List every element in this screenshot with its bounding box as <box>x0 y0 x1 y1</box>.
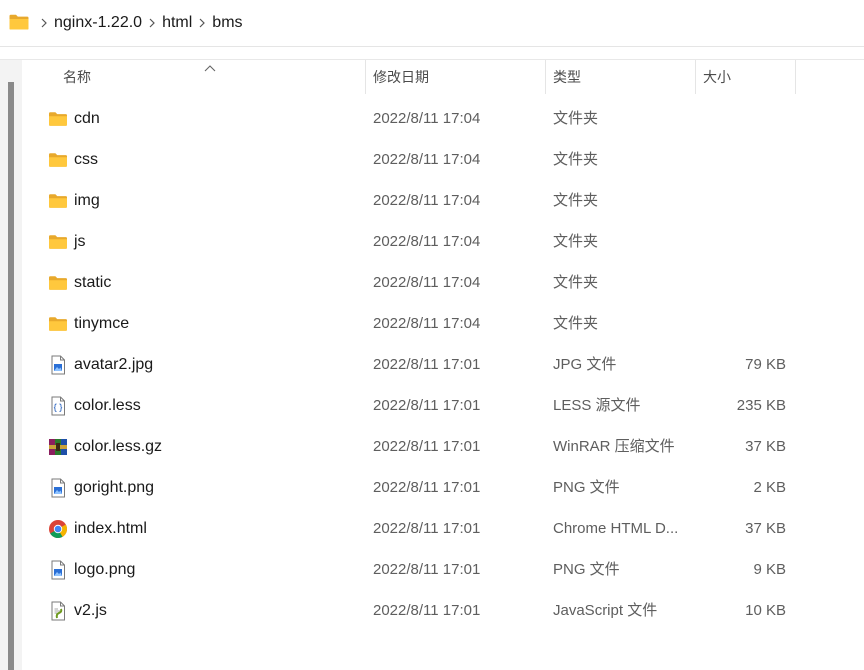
file-size: 37 KB <box>745 438 786 455</box>
file-type: JPG 文件 <box>553 356 617 373</box>
folder-icon <box>48 314 68 334</box>
address-bar[interactable]: nginx-1.22.0 html bms <box>0 0 864 47</box>
file-list: cdn 2022/8/11 17:04 文件夹 css 2022/8/11 17… <box>22 98 864 631</box>
file-name: js <box>74 233 86 250</box>
file-row[interactable]: v2.js 2022/8/11 17:01 JavaScript 文件 10 K… <box>22 590 864 631</box>
file-name: goright.png <box>74 479 155 496</box>
file-row[interactable]: cdn 2022/8/11 17:04 文件夹 <box>22 98 864 139</box>
folder-icon <box>48 273 68 293</box>
image-file-icon <box>48 560 68 580</box>
column-header-size[interactable]: 大小 <box>696 60 796 94</box>
file-row[interactable]: color.less 2022/8/11 17:01 LESS 源文件 235 … <box>22 385 864 426</box>
file-row[interactable]: css 2022/8/11 17:04 文件夹 <box>22 139 864 180</box>
file-type: 文件夹 <box>553 151 599 168</box>
file-type: 文件夹 <box>553 315 599 332</box>
image-file-icon <box>48 355 68 375</box>
file-date-modified: 2022/8/11 17:01 <box>373 561 481 578</box>
file-type: 文件夹 <box>553 192 599 209</box>
file-type: WinRAR 压缩文件 <box>553 438 675 455</box>
file-row[interactable]: color.less.gz 2022/8/11 17:01 WinRAR 压缩文… <box>22 426 864 467</box>
file-name: static <box>74 274 112 291</box>
file-type: LESS 源文件 <box>553 397 641 414</box>
file-size <box>706 303 786 344</box>
file-type: 文件夹 <box>553 110 599 127</box>
file-size <box>706 180 786 221</box>
file-name: tinymce <box>74 315 130 332</box>
file-type: 文件夹 <box>553 233 599 250</box>
column-header-row: 名称 修改日期 类型 大小 <box>22 60 864 96</box>
script-file-icon <box>48 601 68 621</box>
file-type: PNG 文件 <box>553 479 620 496</box>
file-name: logo.png <box>74 561 136 578</box>
file-date-modified: 2022/8/11 17:04 <box>373 274 481 291</box>
file-row[interactable]: js 2022/8/11 17:04 文件夹 <box>22 221 864 262</box>
folder-icon <box>48 191 68 211</box>
file-date-modified: 2022/8/11 17:04 <box>373 315 481 332</box>
file-size: 10 KB <box>745 602 786 619</box>
breadcrumb-item-bms[interactable]: bms <box>212 14 242 32</box>
breadcrumb: nginx-1.22.0 html bms <box>34 0 243 46</box>
file-size: 9 KB <box>753 561 786 578</box>
file-name: color.less.gz <box>74 438 163 455</box>
folder-icon <box>9 14 29 30</box>
file-size: 235 KB <box>736 397 786 414</box>
toolbar-spacer <box>0 47 864 60</box>
file-date-modified: 2022/8/11 17:01 <box>373 397 481 414</box>
file-row[interactable]: tinymce 2022/8/11 17:04 文件夹 <box>22 303 864 344</box>
file-date-modified: 2022/8/11 17:01 <box>373 479 481 496</box>
chevron-right-icon[interactable] <box>142 18 162 28</box>
file-date-modified: 2022/8/11 17:01 <box>373 520 481 537</box>
chevron-right-icon[interactable] <box>34 18 54 28</box>
file-row[interactable]: static 2022/8/11 17:04 文件夹 <box>22 262 864 303</box>
winrar-archive-icon <box>48 437 68 457</box>
file-date-modified: 2022/8/11 17:01 <box>373 356 481 373</box>
scrollbar-thumb[interactable] <box>8 82 14 670</box>
chevron-right-icon[interactable] <box>192 18 212 28</box>
file-name: v2.js <box>74 602 107 619</box>
file-explorer-window: nginx-1.22.0 html bms 名称 修改日期 类型 大小 cdn … <box>0 0 864 670</box>
file-date-modified: 2022/8/11 17:04 <box>373 192 481 209</box>
file-row[interactable]: logo.png 2022/8/11 17:01 PNG 文件 9 KB <box>22 549 864 590</box>
file-date-modified: 2022/8/11 17:01 <box>373 438 481 455</box>
file-size: 2 KB <box>753 479 786 496</box>
file-size: 79 KB <box>745 356 786 373</box>
file-size <box>706 139 786 180</box>
file-date-modified: 2022/8/11 17:04 <box>373 151 481 168</box>
file-size <box>706 98 786 139</box>
file-size <box>706 221 786 262</box>
source-file-icon <box>48 396 68 416</box>
file-size: 37 KB <box>745 520 786 537</box>
image-file-icon <box>48 478 68 498</box>
file-name: css <box>74 151 98 168</box>
file-date-modified: 2022/8/11 17:01 <box>373 602 481 619</box>
chrome-icon <box>48 519 68 539</box>
folder-icon <box>48 150 68 170</box>
file-type: JavaScript 文件 <box>553 602 658 619</box>
column-header-type[interactable]: 类型 <box>546 60 696 94</box>
file-date-modified: 2022/8/11 17:04 <box>373 110 481 127</box>
file-type: 文件夹 <box>553 274 599 291</box>
column-header-date[interactable]: 修改日期 <box>366 60 546 94</box>
breadcrumb-item-html[interactable]: html <box>162 14 192 32</box>
column-header-name[interactable]: 名称 <box>22 60 366 94</box>
file-name: index.html <box>74 520 147 537</box>
folder-icon <box>48 109 68 129</box>
file-size <box>706 262 786 303</box>
file-name: cdn <box>74 110 100 127</box>
file-date-modified: 2022/8/11 17:04 <box>373 233 481 250</box>
file-row[interactable]: goright.png 2022/8/11 17:01 PNG 文件 2 KB <box>22 467 864 508</box>
file-type: PNG 文件 <box>553 561 620 578</box>
file-row[interactable]: img 2022/8/11 17:04 文件夹 <box>22 180 864 221</box>
file-row[interactable]: avatar2.jpg 2022/8/11 17:01 JPG 文件 79 KB <box>22 344 864 385</box>
file-name: avatar2.jpg <box>74 356 154 373</box>
file-row[interactable]: index.html 2022/8/11 17:01 Chrome HTML D… <box>22 508 864 549</box>
breadcrumb-item-nginx[interactable]: nginx-1.22.0 <box>54 14 142 32</box>
file-type: Chrome HTML D... <box>553 520 679 537</box>
file-name: color.less <box>74 397 141 414</box>
file-name: img <box>74 192 100 209</box>
folder-icon <box>48 232 68 252</box>
